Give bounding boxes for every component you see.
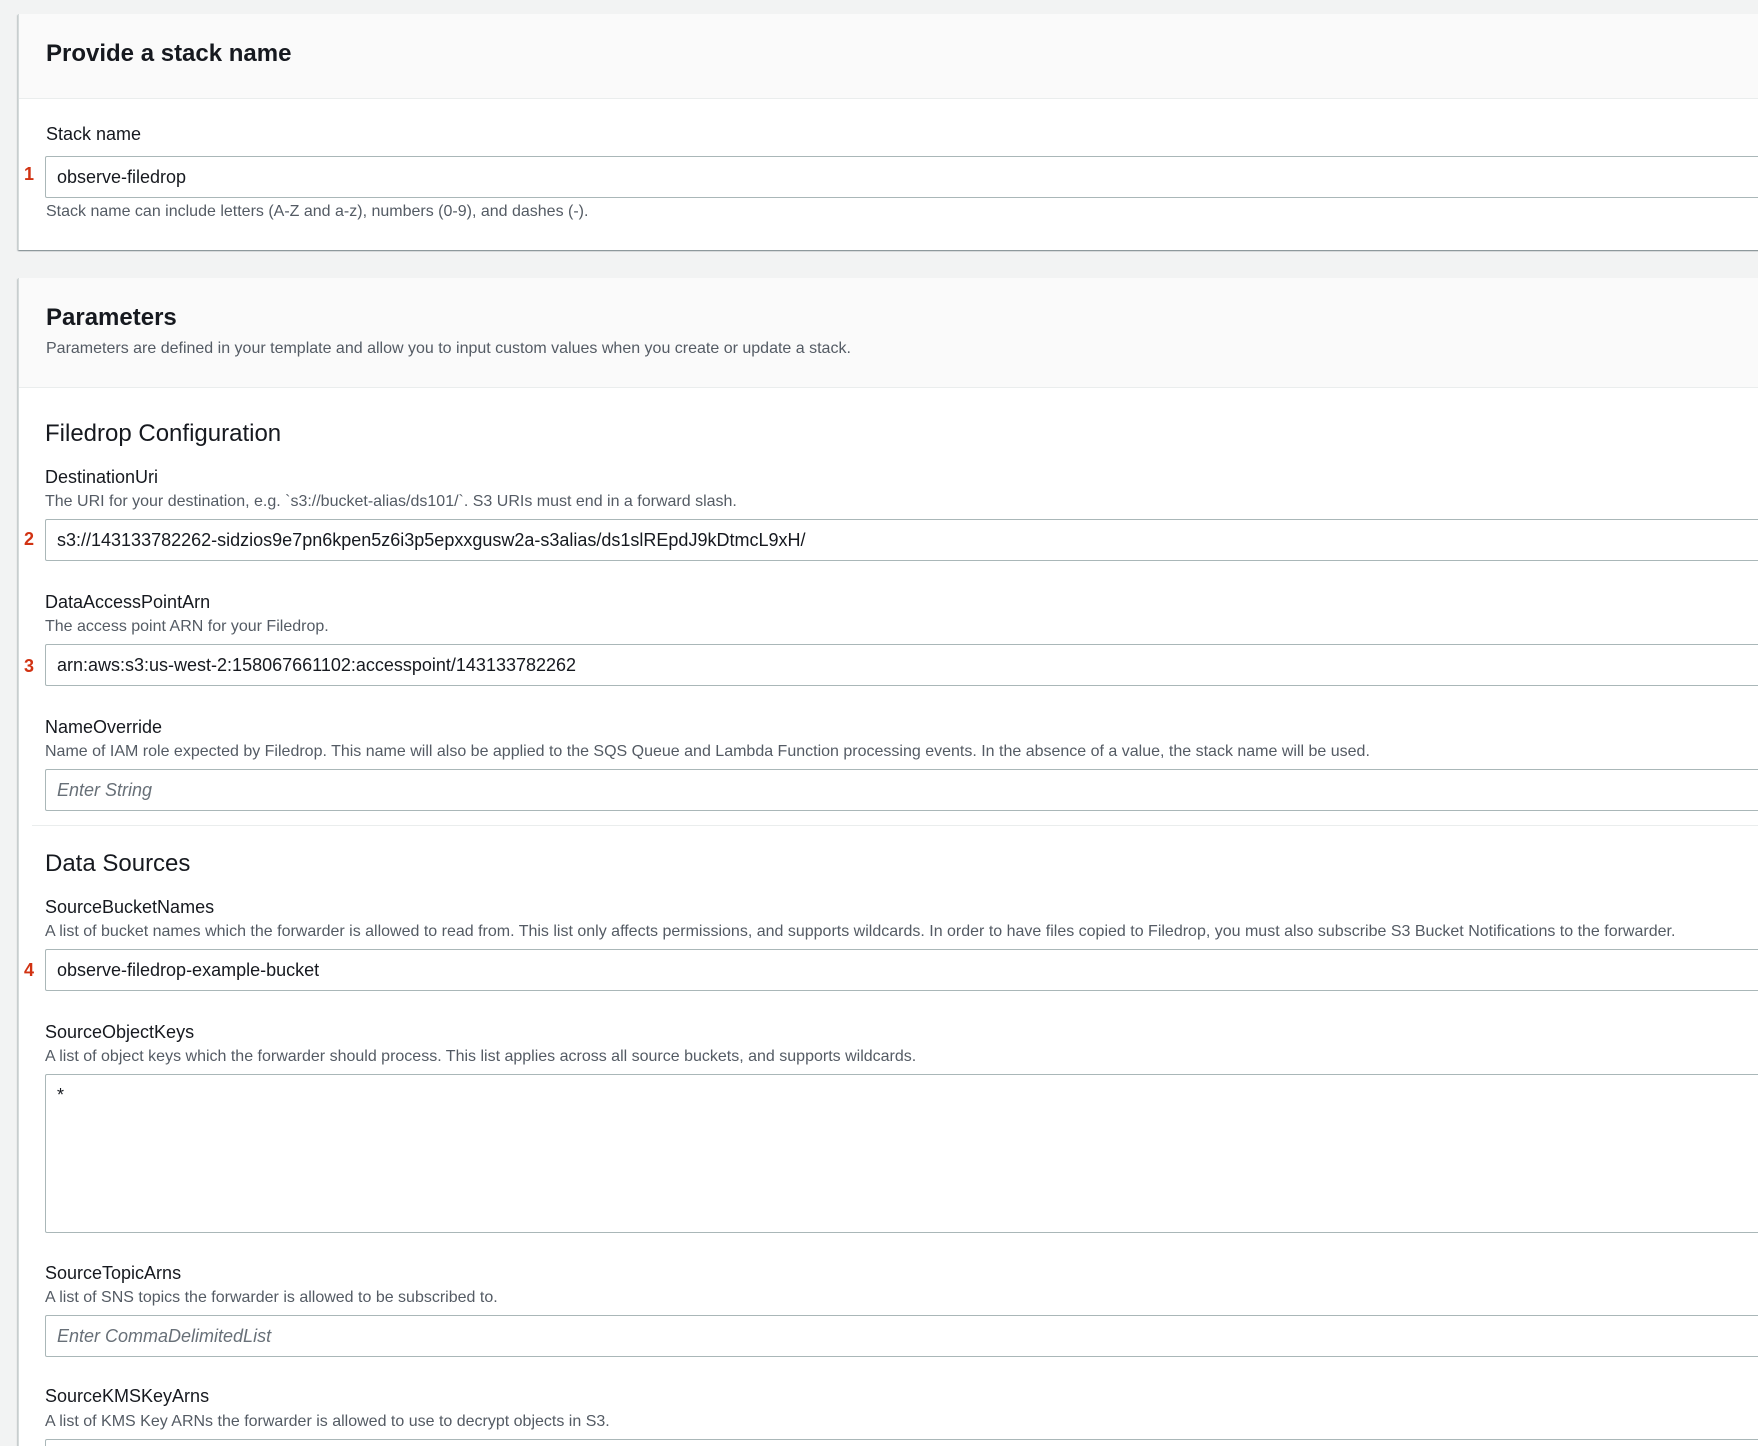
marker-1: 1	[24, 164, 35, 184]
name-override-description: Name of IAM role expected by Filedrop. T…	[45, 743, 1370, 760]
destination-uri-description: The URI for your destination, e.g. `s3:/…	[45, 493, 737, 510]
data-sources-title: Data Sources	[45, 850, 191, 877]
source-kms-key-arns-description: A list of KMS Key ARNs the forwarder is …	[45, 1413, 610, 1430]
cloudformation-stack-details-page: Provide a stack name Stack name Stack na…	[0, 0, 1758, 1446]
source-bucket-names-label: SourceBucketNames	[45, 897, 215, 917]
source-topic-arns-description: A list of SNS topics the forwarder is al…	[45, 1289, 498, 1306]
name-override-label: NameOverride	[45, 717, 163, 737]
name-override-input[interactable]	[45, 769, 1758, 811]
stack-name-panel-title: Provide a stack name	[46, 40, 292, 67]
source-bucket-names-input[interactable]	[45, 949, 1758, 991]
parameters-panel-description: Parameters are defined in your template …	[46, 340, 851, 357]
marker-3: 3	[24, 656, 35, 676]
filedrop-configuration-title: Filedrop Configuration	[45, 420, 282, 447]
source-object-keys-description: A list of object keys which the forwarde…	[45, 1048, 917, 1065]
source-object-keys-label: SourceObjectKeys	[45, 1022, 195, 1042]
data-access-point-arn-description: The access point ARN for your Filedrop.	[45, 618, 329, 635]
source-topic-arns-label: SourceTopicArns	[45, 1263, 182, 1283]
stack-name-label: Stack name	[46, 124, 142, 144]
section-divider	[32, 825, 1758, 826]
destination-uri-input[interactable]	[45, 519, 1758, 561]
parameters-panel: Parameters Parameters are defined in you…	[18, 278, 1758, 1446]
stack-name-input[interactable]	[45, 156, 1758, 198]
source-kms-key-arns-input[interactable]	[45, 1439, 1758, 1446]
stack-name-panel-header: Provide a stack name	[19, 14, 1758, 99]
parameters-panel-header: Parameters Parameters are defined in you…	[19, 278, 1758, 388]
stack-name-panel: Provide a stack name Stack name Stack na…	[18, 14, 1758, 250]
data-access-point-arn-input[interactable]	[45, 644, 1758, 686]
source-bucket-names-description: A list of bucket names which the forward…	[45, 923, 1676, 940]
source-topic-arns-input[interactable]	[45, 1315, 1758, 1357]
data-access-point-arn-label: DataAccessPointArn	[45, 592, 211, 612]
destination-uri-label: DestinationUri	[45, 467, 159, 487]
source-kms-key-arns-label: SourceKMSKeyArns	[45, 1386, 210, 1406]
parameters-panel-title: Parameters	[46, 304, 177, 331]
marker-4: 4	[24, 960, 35, 980]
marker-2: 2	[24, 529, 35, 549]
stack-name-hint: Stack name can include letters (A-Z and …	[46, 203, 589, 220]
source-object-keys-textarea[interactable]: *	[45, 1074, 1758, 1233]
